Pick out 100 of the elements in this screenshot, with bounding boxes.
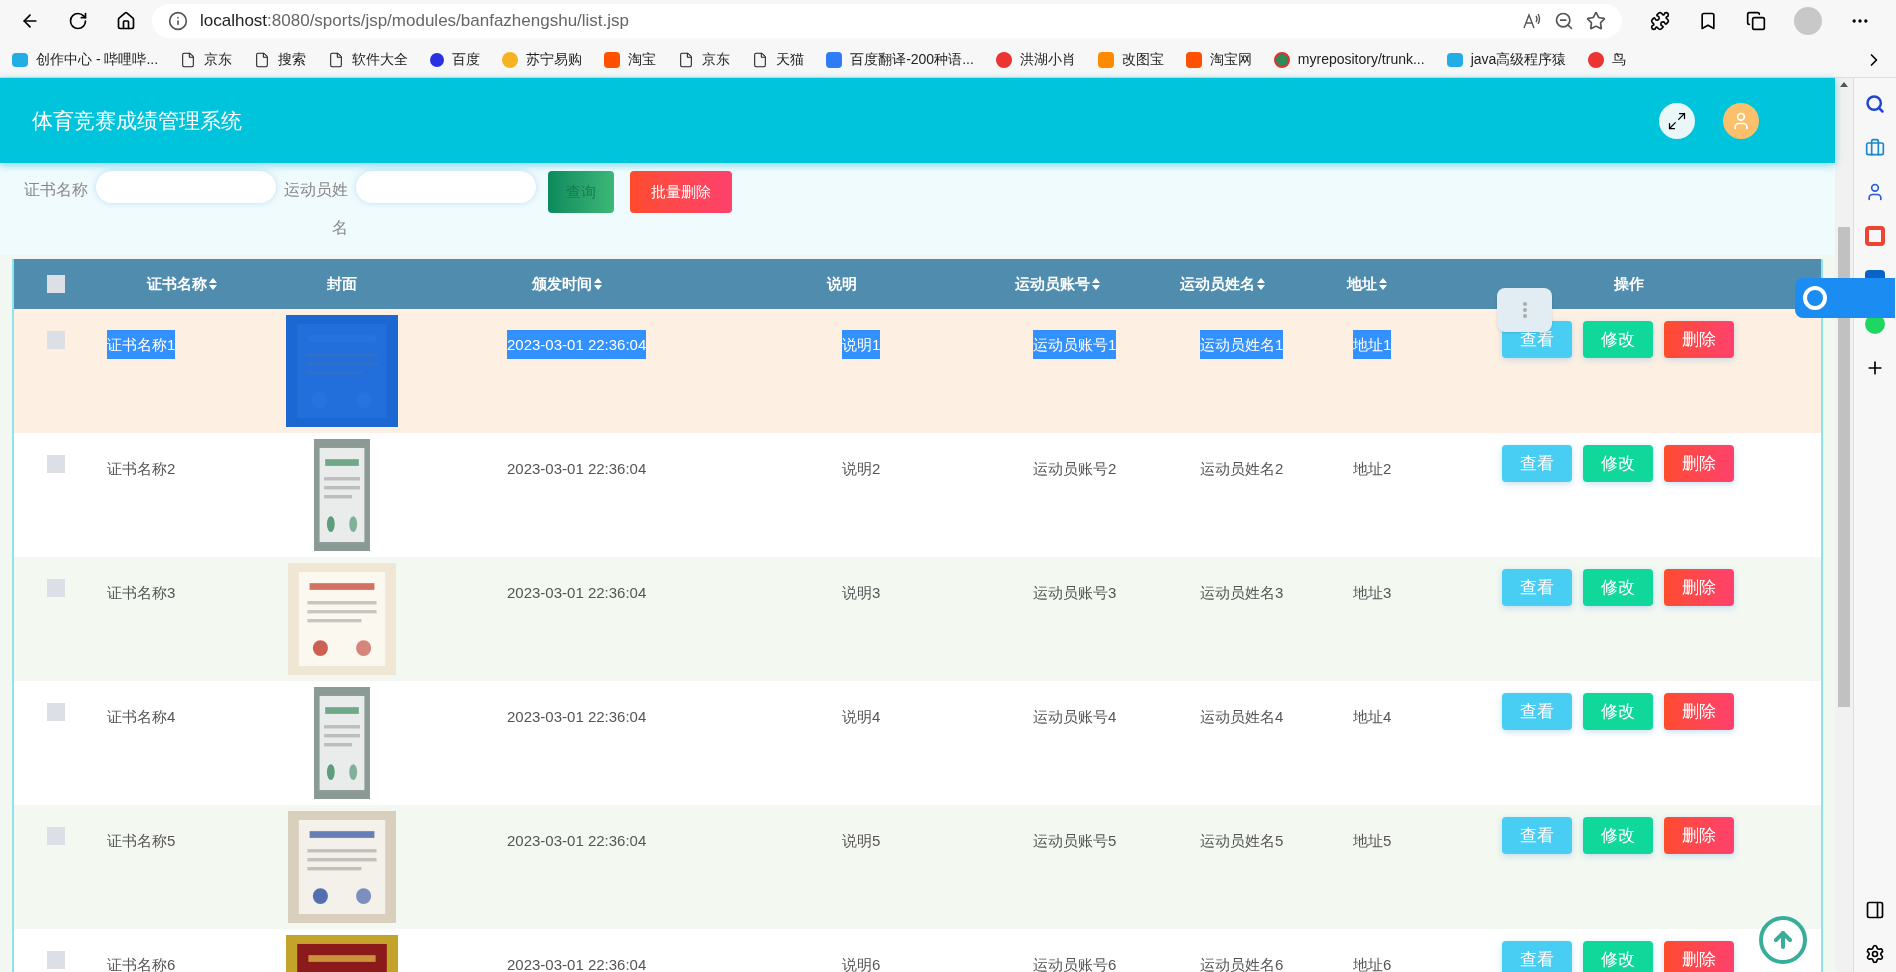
- column-header[interactable]: 证书名称: [147, 272, 217, 296]
- bookmark-item[interactable]: 创作中心 - 哔哩哔...: [12, 49, 159, 70]
- view-button[interactable]: 查看: [1502, 445, 1572, 482]
- table-cell: 运动员姓名2: [1200, 460, 1284, 477]
- edit-button[interactable]: 修改: [1583, 569, 1653, 606]
- table-cell: 2023-03-01 22:36:04: [507, 330, 647, 359]
- delete-button[interactable]: 删除: [1664, 693, 1734, 730]
- batch-delete-button[interactable]: 批量删除: [630, 171, 732, 213]
- read-aloud-icon[interactable]: [1522, 11, 1542, 31]
- table-cell: 地址4: [1353, 708, 1392, 725]
- delete-button[interactable]: 删除: [1664, 817, 1734, 854]
- table-row[interactable]: 证书名称6 2023-03-01 22:36:04 说明6 运动员账号6 运动员姓名6 地址6 查看 修改 删除: [14, 929, 1821, 972]
- edit-button[interactable]: 修改: [1583, 817, 1653, 854]
- app-title: 体育竞赛成绩管理系统: [32, 107, 242, 134]
- table-cell: 证书名称6: [107, 956, 176, 972]
- sort-icon: [209, 278, 217, 290]
- settings-icon[interactable]: [1865, 944, 1885, 964]
- address-bar[interactable]: localhost:8080/sports/jsp/modules/banfazhengshu/list.jsp: [152, 4, 1622, 38]
- column-header[interactable]: 运动员账号: [1014, 272, 1100, 296]
- table-cell: 说明4: [842, 708, 881, 725]
- edit-button[interactable]: 修改: [1583, 321, 1653, 358]
- checkbox[interactable]: [46, 827, 65, 845]
- search-field[interactable]: [96, 171, 276, 203]
- table-cell: 说明6: [842, 956, 881, 972]
- checkbox[interactable]: [46, 455, 65, 473]
- table-cell: 运动员账号3: [1033, 584, 1117, 601]
- table-cell: 证书名称4: [107, 708, 176, 725]
- bookmark-item[interactable]: 洪湖小肖: [995, 49, 1076, 70]
- table-row[interactable]: 证书名称2 2023-03-01 22:36:04 说明2 运动员账号2 运动员姓名2 地址2 查看 修改 删除: [14, 433, 1821, 557]
- extensions-icon[interactable]: [1650, 11, 1670, 31]
- side-menu[interactable]: [1795, 278, 1895, 318]
- favorites-icon[interactable]: [1698, 11, 1718, 31]
- table-cell: 地址3: [1353, 584, 1392, 601]
- table-cell: 2023-03-01 22:36:04: [507, 708, 647, 725]
- collections-icon[interactable]: [1746, 11, 1766, 31]
- bookmark-item[interactable]: java高级程序猿: [1446, 49, 1567, 70]
- checkbox[interactable]: [46, 951, 65, 969]
- more-icon: [1522, 302, 1527, 318]
- delete-button[interactable]: 删除: [1664, 569, 1734, 606]
- toolbox-icon[interactable]: [1865, 138, 1885, 158]
- zoom-out-icon[interactable]: [1554, 11, 1574, 31]
- table-cell: 证书名称3: [107, 584, 176, 601]
- edit-button[interactable]: 修改: [1583, 693, 1653, 730]
- edit-button[interactable]: 修改: [1583, 941, 1653, 972]
- table-cell: 证书名称1: [107, 330, 176, 359]
- view-button[interactable]: 查看: [1502, 817, 1572, 854]
- bookmark-item[interactable]: 苏宁易购: [502, 49, 583, 70]
- table-row[interactable]: 证书名称4 2023-03-01 22:36:04 说明4 运动员账号4 运动员姓名4 地址4 查看 修改 删除: [14, 681, 1821, 805]
- table-cell: 2023-03-01 22:36:04: [507, 832, 647, 849]
- bookmark-item[interactable]: 软件大全: [328, 49, 409, 70]
- checkbox[interactable]: [46, 579, 65, 597]
- bookmark-item[interactable]: 搜索: [254, 49, 307, 70]
- table-row[interactable]: 证书名称1 2023-03-01 22:36:04 说明1 运动员账号1 运动员姓名1 地址1 查看 修改 删除: [14, 309, 1821, 433]
- view-button[interactable]: 查看: [1502, 569, 1572, 606]
- table-cell: 运动员姓名3: [1200, 584, 1284, 601]
- table-cell: 2023-03-01 22:36:04: [507, 956, 647, 972]
- bookmark-item[interactable]: myrepository/trunk...: [1273, 49, 1425, 70]
- bookmark-item[interactable]: 京东: [180, 49, 233, 70]
- column-header: 封面: [327, 273, 357, 294]
- table-cell: 运动员姓名5: [1200, 832, 1284, 849]
- column-header[interactable]: 地址: [1347, 272, 1387, 296]
- page-icon: [752, 51, 769, 68]
- bookmark-item[interactable]: 百度翻译-200种语...: [826, 49, 974, 70]
- checkbox[interactable]: [46, 331, 65, 349]
- table-cell: 地址2: [1353, 460, 1392, 477]
- delete-button[interactable]: 删除: [1664, 941, 1734, 972]
- delete-button[interactable]: 删除: [1664, 445, 1734, 482]
- bookmark-item[interactable]: 鸟: [1588, 49, 1627, 70]
- view-button[interactable]: 查看: [1502, 941, 1572, 972]
- bookmark-item[interactable]: 淘宝网: [1185, 49, 1252, 70]
- column-header[interactable]: 运动员姓名: [1179, 272, 1265, 296]
- checkbox[interactable]: [46, 703, 65, 721]
- fullscreen-button[interactable]: [1659, 102, 1695, 139]
- table-cell: 2023-03-01 22:36:04: [507, 584, 647, 601]
- search-field[interactable]: [356, 171, 536, 203]
- split-screen-icon[interactable]: [1865, 900, 1885, 920]
- bookmark-item[interactable]: 天猫: [752, 49, 805, 70]
- delete-button[interactable]: 删除: [1664, 321, 1734, 358]
- info-icon: [168, 11, 188, 31]
- favorite-icon[interactable]: [1586, 11, 1606, 31]
- search-icon[interactable]: [1865, 94, 1885, 114]
- table-cell: 地址6: [1353, 956, 1392, 972]
- table-cell: 地址1: [1353, 330, 1392, 359]
- bookmark-item[interactable]: 京东: [678, 49, 731, 70]
- scroll-up-icon[interactable]: [1840, 82, 1848, 87]
- reload-icon[interactable]: [68, 11, 88, 31]
- checkbox[interactable]: [46, 275, 65, 293]
- edit-button[interactable]: 修改: [1583, 445, 1653, 482]
- table-cell: 运动员姓名6: [1200, 956, 1284, 972]
- bookmark-item[interactable]: 淘宝: [604, 49, 657, 70]
- page-icon: [328, 51, 345, 68]
- view-button[interactable]: 查看: [1502, 693, 1572, 730]
- home-icon[interactable]: [116, 11, 136, 31]
- page-icon: [678, 51, 695, 68]
- table-cell: 运动员账号5: [1033, 832, 1117, 849]
- bookmark-item[interactable]: 百度: [430, 49, 481, 70]
- column-header[interactable]: 颁发时间: [532, 272, 602, 296]
- bookmark-item[interactable]: 改图宝: [1097, 49, 1164, 70]
- scrollbar-thumb[interactable]: [1838, 227, 1850, 707]
- field-label: 运动员姓名: [284, 180, 348, 238]
